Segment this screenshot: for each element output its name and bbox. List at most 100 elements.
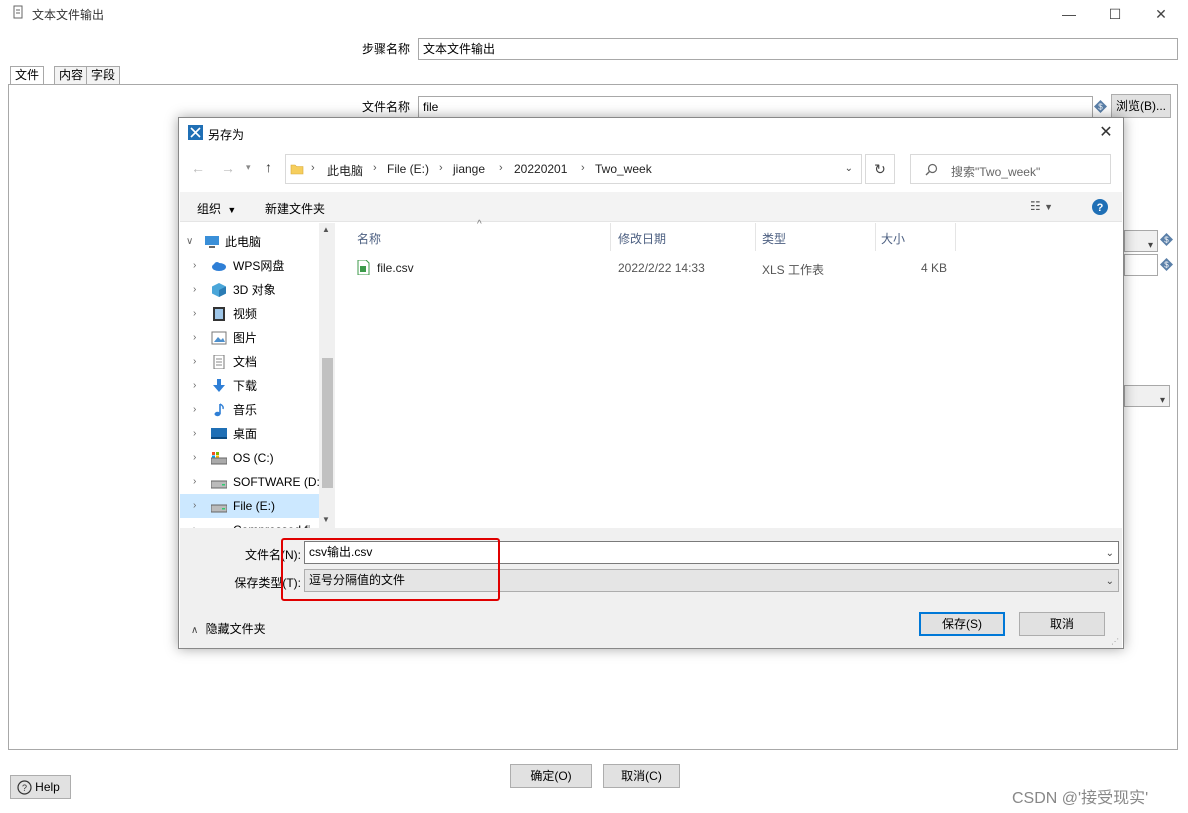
nav-item-3d-objects[interactable]: › 3D 对象 [180,278,319,302]
nav-item-pictures[interactable]: › 图片 [180,326,319,350]
search-input[interactable]: 搜索"Two_week" [910,154,1111,184]
csv-file-icon [357,260,370,275]
column-divider[interactable] [610,223,611,251]
document-icon [213,355,225,369]
chevron-right-icon: › [193,260,197,271]
column-size[interactable]: 大小 [881,230,905,247]
dialog-title: 另存为 [208,128,245,142]
nav-item-videos[interactable]: › 视频 [180,302,319,326]
nav-label: 此电脑 [225,235,262,249]
nav-label: 音乐 [233,403,258,417]
ok-button[interactable]: 确定(O) [510,764,592,788]
nav-label: 文档 [233,355,258,369]
svg-text:$: $ [1164,261,1169,270]
computer-icon [205,236,219,248]
nav-label: File (E:) [233,499,275,513]
nav-scroll-thumb[interactable] [322,358,333,488]
chevron-down-icon: ∨ [186,236,194,247]
chevron-down-icon[interactable]: ⌄ [1106,543,1114,564]
step-name-label: 步骤名称 [361,42,410,56]
column-name[interactable]: 名称 [357,230,381,247]
cloud-icon [212,262,226,271]
music-icon [214,403,224,417]
minimize-button[interactable]: — [1046,0,1092,28]
nav-item-file-e[interactable]: › File (E:) [180,494,319,518]
breadcrumb-current[interactable]: Two_week [595,162,652,176]
maximize-button[interactable]: ☐ [1092,0,1138,28]
nav-item-downloads[interactable]: › 下载 [180,374,319,398]
dialog-close-button[interactable]: ✕ [1095,122,1117,144]
svg-text:$: $ [1098,103,1103,112]
chevron-right-icon: › [193,356,197,367]
chevron-down-icon[interactable]: ⌄ [1106,571,1114,592]
chevron-down-icon[interactable]: ⌄ [845,163,853,174]
forward-arrow-icon[interactable]: → [221,160,235,176]
drive-icon [211,504,227,513]
nav-label: Compressed fi [233,518,310,528]
scroll-down-icon[interactable]: ▼ [322,515,330,524]
hide-folders-toggle[interactable]: ∧ 隐藏文件夹 [191,620,266,637]
cancel-button[interactable]: 取消(C) [603,764,680,788]
help-icon[interactable]: ? [1092,199,1108,215]
address-bar[interactable]: › 此电脑 › File (E:) › jiange › 20220201 › … [285,154,862,184]
help-button[interactable]: ? Help [10,775,71,799]
organize-menu[interactable]: 组织 ▼ [197,200,236,217]
tab-fields[interactable]: 字段 [86,66,121,85]
resize-grip-icon[interactable]: ⋰ [1111,637,1119,646]
up-arrow-icon[interactable]: ↑ [265,159,272,175]
nav-item-wps-cloud[interactable]: › WPS网盘 [180,254,319,278]
dialog-titlebar: 另存为 ✕ [179,118,1123,148]
filename-label: 文件名称 [361,100,410,114]
variable-icon[interactable]: $ [1160,258,1173,271]
dropdown-field-3[interactable]: ▾ [1124,385,1170,407]
video-icon [213,307,225,321]
nav-item-desktop[interactable]: › 桌面 [180,422,319,446]
picture-icon [211,331,227,345]
chevron-right-icon: › [193,332,197,343]
step-name-input[interactable]: 文本文件输出 [418,38,1178,60]
filename-input[interactable]: file [418,96,1093,118]
variable-icon[interactable]: $ [1094,100,1107,113]
svg-text:$: $ [1164,236,1169,245]
dialog-cancel-button[interactable]: 取消 [1019,612,1105,636]
breadcrumb-separator-icon: › [581,162,585,174]
view-options-icon[interactable]: ☷ ▼ [1030,199,1053,213]
chevron-right-icon: › [193,428,197,439]
window-title: 文本文件输出 [32,8,105,22]
breadcrumb-separator-icon: › [373,162,377,174]
nav-label: 视频 [233,307,258,321]
nav-label: 下载 [233,379,258,393]
save-button[interactable]: 保存(S) [919,612,1005,636]
breadcrumb-folder[interactable]: 20220201 [514,162,567,176]
nav-item-this-pc[interactable]: ∨ 此电脑 [180,230,319,254]
back-arrow-icon[interactable]: ← [191,160,205,176]
navigation-pane: ∨ 此电脑 › WPS网盘 › 3D 对象 › 视频 › 图片 › 文档 › 下… [180,223,335,528]
breadcrumb-drive[interactable]: File (E:) [387,162,429,176]
variable-icon[interactable]: $ [1160,233,1173,246]
column-divider[interactable] [755,223,756,251]
browse-button[interactable]: 浏览(B)... [1111,94,1171,118]
breadcrumb-folder[interactable]: jiange [453,162,485,176]
column-type[interactable]: 类型 [762,230,786,247]
desktop-icon [211,428,227,439]
column-divider[interactable] [955,223,956,251]
nav-item-compressed[interactable]: › Compressed fi [180,518,319,528]
column-modified[interactable]: 修改日期 [618,230,666,247]
breadcrumb-this-pc[interactable]: 此电脑 [327,162,363,179]
tab-content[interactable]: 内容 [54,66,89,85]
nav-item-music[interactable]: › 音乐 [180,398,319,422]
scroll-up-icon[interactable]: ▲ [322,225,330,234]
svg-text:?: ? [1097,202,1104,214]
column-divider[interactable] [875,223,876,251]
dialog-app-icon [188,125,203,140]
recent-dropdown-icon[interactable]: ▾ [246,162,251,173]
text-field-2[interactable] [1124,254,1158,276]
nav-item-documents[interactable]: › 文档 [180,350,319,374]
new-folder-button[interactable]: 新建文件夹 [265,200,325,217]
refresh-button[interactable]: ↻ [865,154,895,184]
nav-item-os-c[interactable]: › OS (C:) [180,446,319,470]
close-button[interactable]: ✕ [1138,0,1184,28]
dropdown-field-1[interactable]: ▾ [1124,230,1158,252]
tab-file[interactable]: 文件 [10,66,45,86]
nav-item-software-d[interactable]: › SOFTWARE (D: [180,470,320,494]
